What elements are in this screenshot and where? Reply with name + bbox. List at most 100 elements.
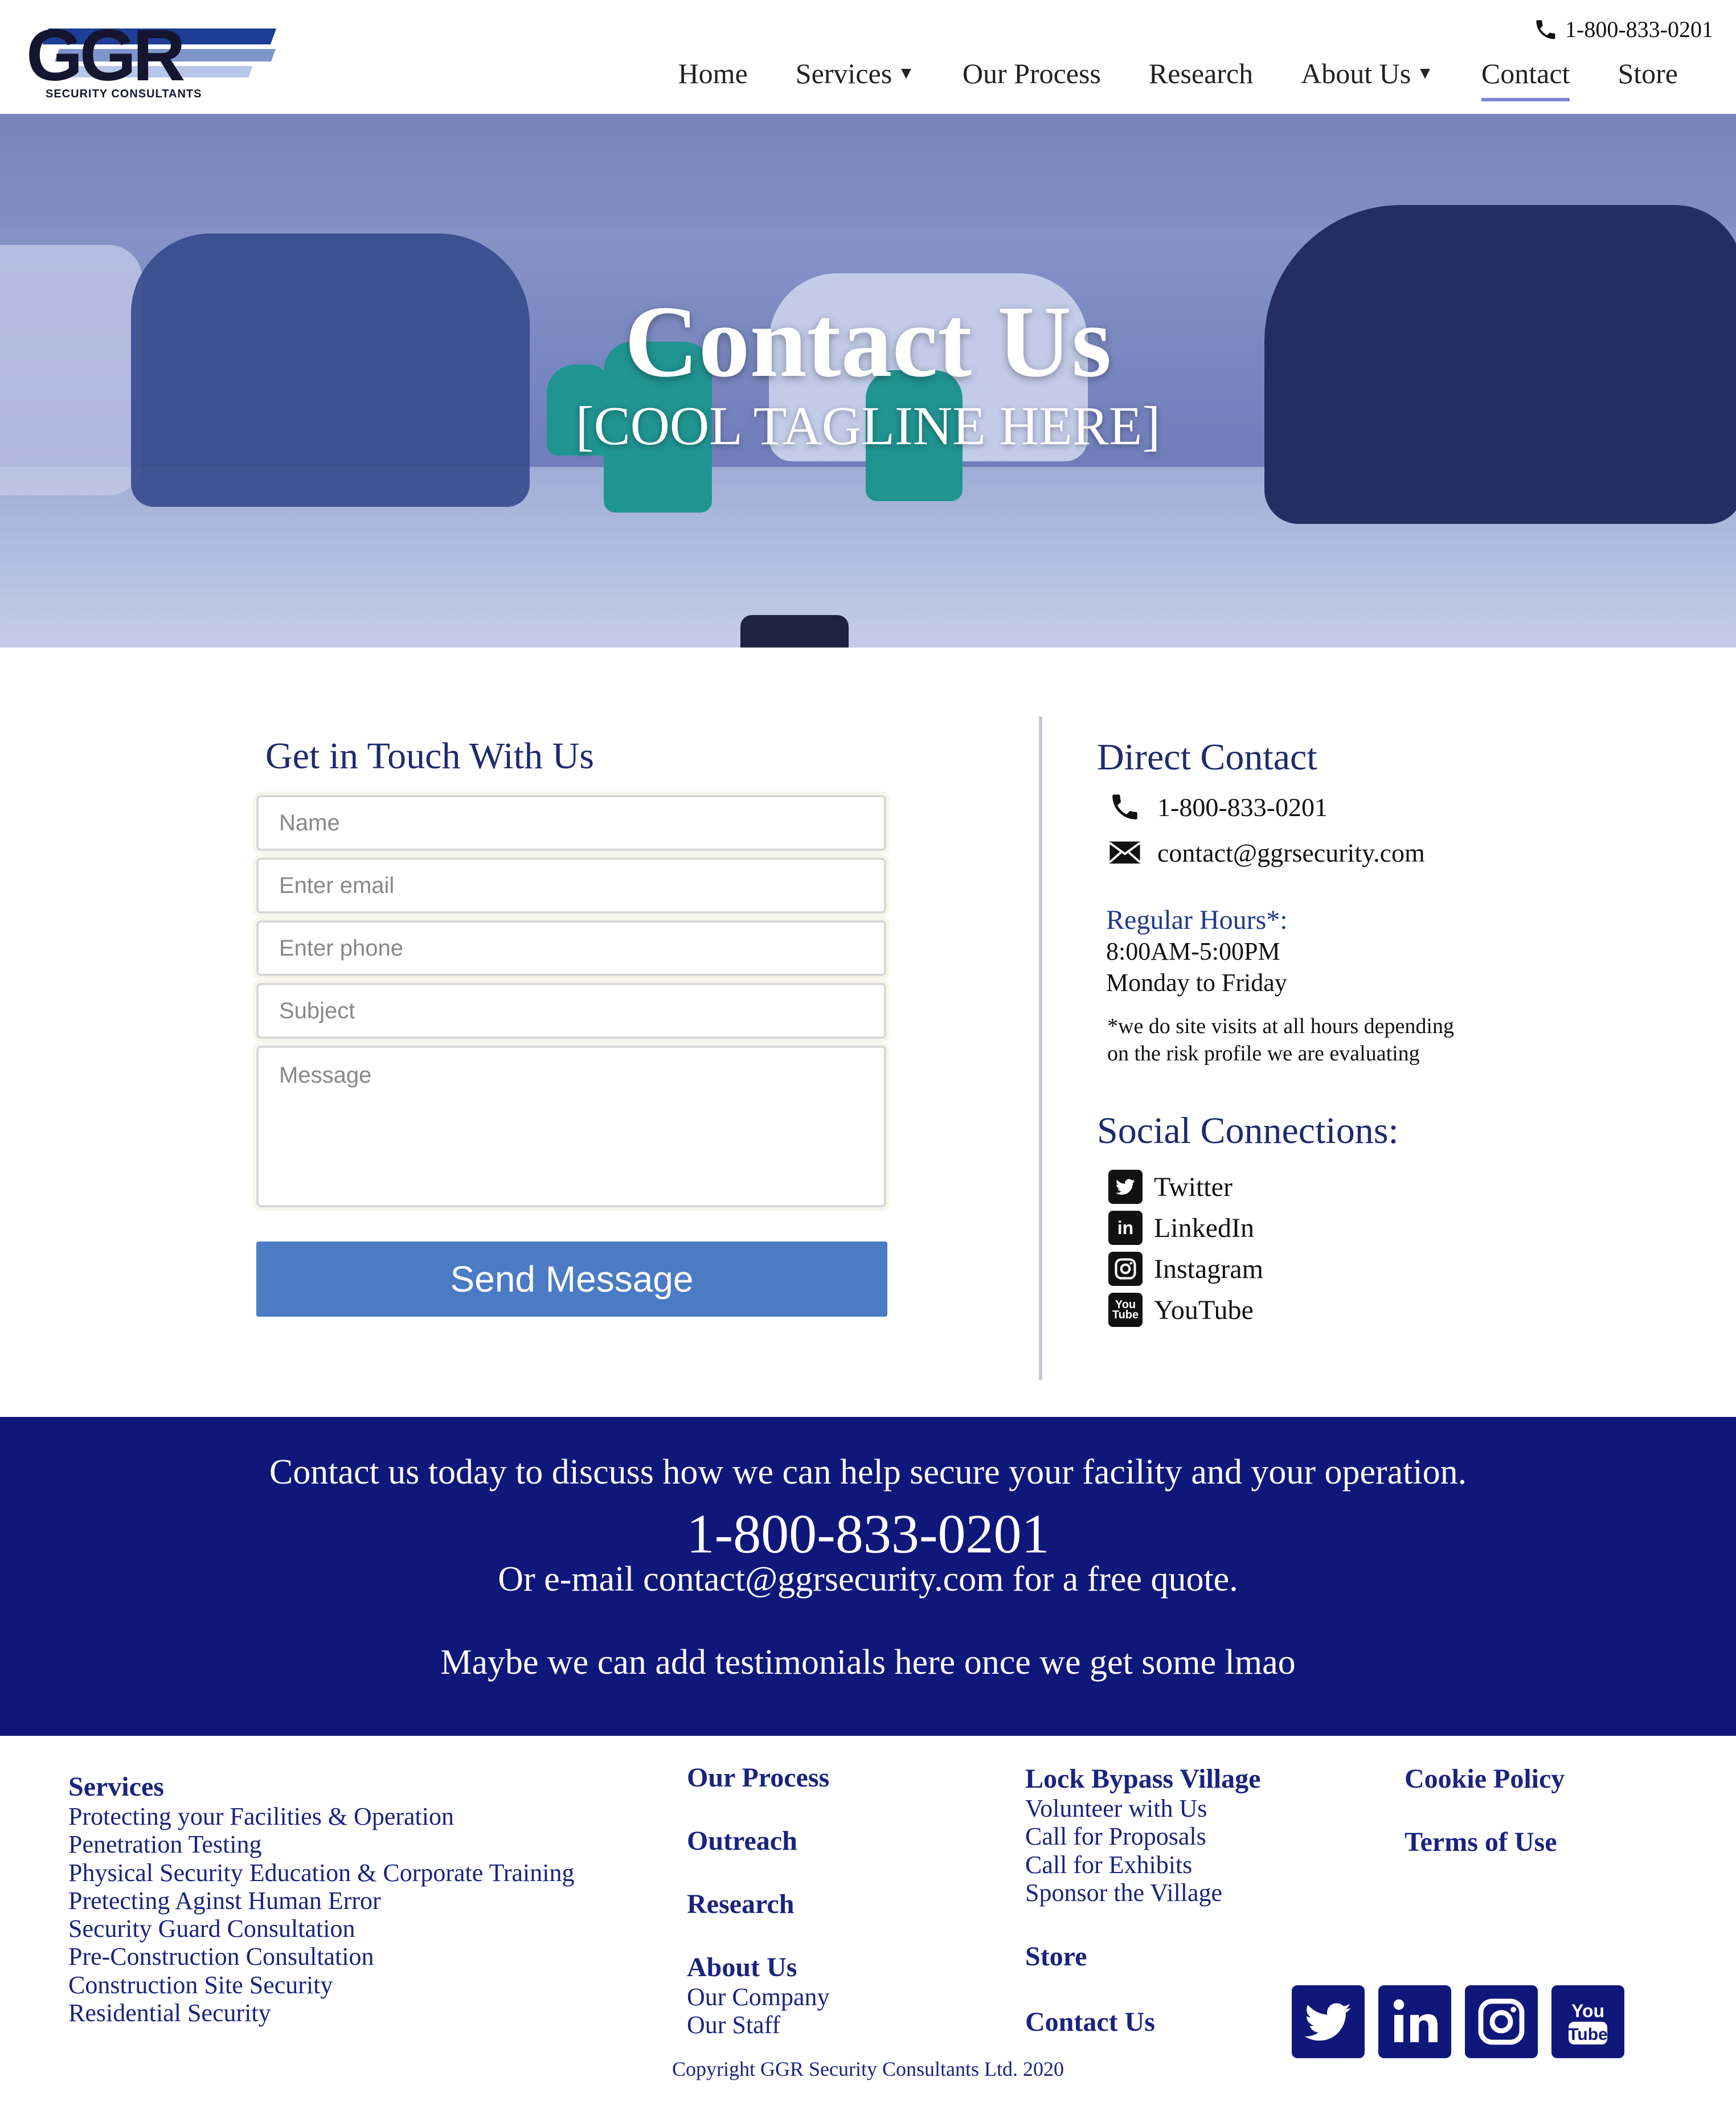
svg-text:You: You	[1571, 2001, 1604, 2021]
hero-banner: Contact Us [COOL TAGLINE HERE]	[0, 114, 1736, 648]
footer-link[interactable]: Pretecting Aginst Human Error	[68, 1887, 574, 1915]
nav-label: Services	[795, 58, 892, 89]
nav-contact[interactable]: Contact	[1457, 57, 1594, 101]
footer-social-icons: You Tube	[1292, 1985, 1624, 2058]
nav-our-process[interactable]: Our Process	[939, 57, 1125, 90]
send-message-button[interactable]: Send Message	[256, 1242, 887, 1317]
direct-contact: Direct Contact 1-800-833-0201 contact@gg…	[1097, 736, 1610, 1327]
subject-input[interactable]	[256, 983, 886, 1039]
envelope-icon	[1109, 841, 1141, 864]
direct-phone-number: 1-800-833-0201	[1157, 792, 1328, 822]
footer-link[interactable]: Pre-Construction Consultation	[68, 1943, 574, 1970]
social-linkedin[interactable]: in LinkedIn	[1108, 1211, 1610, 1245]
nav-label: Research	[1148, 58, 1254, 89]
nav-services[interactable]: Services ▼	[772, 57, 939, 90]
footer-heading-terms-of-use[interactable]: Terms of Use	[1405, 1826, 1565, 1858]
nav-home[interactable]: Home	[654, 57, 772, 90]
phone-icon	[1536, 20, 1555, 39]
header-phone-number: 1-800-833-0201	[1565, 17, 1713, 42]
ggr-logo[interactable]: GGR SECURITY CONSULTANTS	[23, 19, 277, 103]
name-input[interactable]	[256, 795, 886, 851]
email-input[interactable]	[256, 858, 886, 913]
linkedin-icon[interactable]	[1378, 1985, 1451, 2058]
footer-link[interactable]: Protecting your Facilities & Operation	[68, 1802, 574, 1830]
header-phone[interactable]: 1-800-833-0201	[1533, 16, 1713, 43]
footer-heading-our-process[interactable]: Our Process	[687, 1762, 830, 1793]
contact-form: Get in Touch With Us Send Message	[256, 735, 894, 1317]
footer-col-village: Lock Bypass Village Volunteer with Us Ca…	[1025, 1763, 1260, 2038]
site-footer: Services Protecting your Facilities & Op…	[0, 1736, 1736, 2106]
copyright: Copyright GGR Security Consultants Ltd. …	[672, 2058, 1064, 2080]
hours-title: Regular Hours*:	[1106, 905, 1288, 935]
footer-link[interactable]: Physical Security Education & Corporate …	[68, 1859, 574, 1887]
nav-store[interactable]: Store	[1594, 57, 1702, 90]
footer-link[interactable]: Security Guard Consultation	[68, 1915, 574, 1943]
direct-email-address: contact@ggrsecurity.com	[1157, 838, 1425, 867]
footer-link[interactable]: Call for Proposals	[1025, 1822, 1260, 1850]
nav-label: Our Process	[962, 58, 1101, 89]
youtube-icon[interactable]: You Tube	[1551, 1985, 1624, 2058]
footer-link[interactable]: Sponsor the Village	[1025, 1879, 1260, 1907]
footer-link[interactable]: Our Company	[687, 1983, 830, 2011]
footer-link[interactable]: Residential Security	[68, 1999, 574, 2027]
social-label: Instagram	[1154, 1253, 1263, 1284]
direct-email[interactable]: contact@ggrsecurity.com	[1108, 836, 1610, 869]
hero-title: Contact Us	[624, 285, 1112, 398]
footer-link[interactable]: Our Staff	[687, 2011, 830, 2039]
footer-heading-about-us[interactable]: About Us	[687, 1952, 830, 1983]
youtube-icon: You Tube	[1108, 1293, 1143, 1327]
hero-tagline: [COOL TAGLINE HERE]	[575, 395, 1161, 456]
message-textarea[interactable]	[256, 1046, 886, 1207]
twitter-icon	[1108, 1170, 1143, 1204]
direct-phone[interactable]: 1-800-833-0201	[1108, 790, 1610, 823]
twitter-icon[interactable]	[1292, 1985, 1365, 2058]
social-label: YouTube	[1154, 1294, 1254, 1325]
hours-days: Monday to Friday	[1106, 969, 1287, 997]
nav-label: Home	[678, 58, 748, 89]
cta-message: Contact us today to discuss how we can h…	[269, 1453, 1467, 1492]
footer-link[interactable]: Volunteer with Us	[1025, 1794, 1260, 1822]
social-youtube[interactable]: You Tube YouTube	[1108, 1293, 1610, 1327]
footer-link[interactable]: Penetration Testing	[68, 1830, 574, 1858]
cta-phone[interactable]: 1-800-833-0201	[0, 1502, 1736, 1566]
main-nav: Home Services ▼ Our Process Research Abou…	[654, 57, 1702, 101]
caret-down-icon: ▼	[1416, 64, 1434, 83]
caret-down-icon: ▼	[898, 64, 915, 83]
footer-heading-store[interactable]: Store	[1025, 1941, 1260, 1972]
footer-col-process: Our Process Outreach Research About Us O…	[687, 1762, 830, 2039]
linkedin-icon: in	[1108, 1211, 1143, 1245]
social-label: LinkedIn	[1154, 1212, 1254, 1243]
direct-contact-title: Direct Contact	[1097, 736, 1317, 778]
instagram-icon	[1108, 1252, 1143, 1286]
hours-time: 8:00AM-5:00PM	[1106, 937, 1280, 965]
instagram-icon[interactable]	[1465, 1985, 1538, 2058]
footer-link[interactable]: Construction Site Security	[68, 1971, 574, 1999]
footer-heading-services[interactable]: Services	[68, 1771, 574, 1802]
column-divider	[1039, 716, 1042, 1380]
footer-heading-outreach[interactable]: Outreach	[687, 1825, 830, 1857]
cta-band: Contact us today to discuss how we can h…	[0, 1417, 1736, 1736]
phone-input[interactable]	[256, 920, 886, 976]
social-instagram[interactable]: Instagram	[1108, 1252, 1610, 1286]
footer-heading-cookie-policy[interactable]: Cookie Policy	[1405, 1763, 1565, 1794]
social-title: Social Connections:	[1097, 1110, 1399, 1152]
nav-research[interactable]: Research	[1125, 57, 1277, 90]
footer-col-legal: Cookie Policy Terms of Use	[1405, 1763, 1565, 1890]
svg-text:Tube: Tube	[1568, 2025, 1607, 2044]
nav-about-us[interactable]: About Us ▼	[1277, 57, 1457, 90]
footer-heading-contact-us[interactable]: Contact Us	[1025, 2006, 1260, 2038]
footer-link[interactable]: Call for Exhibits	[1025, 1851, 1260, 1879]
footer-services: Services Protecting your Facilities & Op…	[68, 1771, 574, 2027]
social-twitter[interactable]: Twitter	[1108, 1170, 1610, 1204]
footer-heading-research[interactable]: Research	[687, 1888, 830, 1920]
nav-label: About Us	[1301, 58, 1411, 89]
logo-mark: GGR	[26, 15, 186, 96]
cta-testimonials-note: Maybe we can add testimonials here once …	[440, 1643, 1296, 1682]
footer-heading-lock-bypass-village[interactable]: Lock Bypass Village	[1025, 1763, 1260, 1794]
site-visit-note-line: on the risk profile we are evaluating	[1107, 1041, 1420, 1066]
site-visit-note-line: *we do site visits at all hours dependin…	[1107, 1014, 1454, 1038]
nav-label: Store	[1618, 58, 1678, 89]
site-header: GGR SECURITY CONSULTANTS 1-800-833-0201 …	[0, 0, 1736, 114]
logo-subtitle: SECURITY CONSULTANTS	[46, 88, 202, 100]
nav-label: Contact	[1481, 58, 1570, 89]
